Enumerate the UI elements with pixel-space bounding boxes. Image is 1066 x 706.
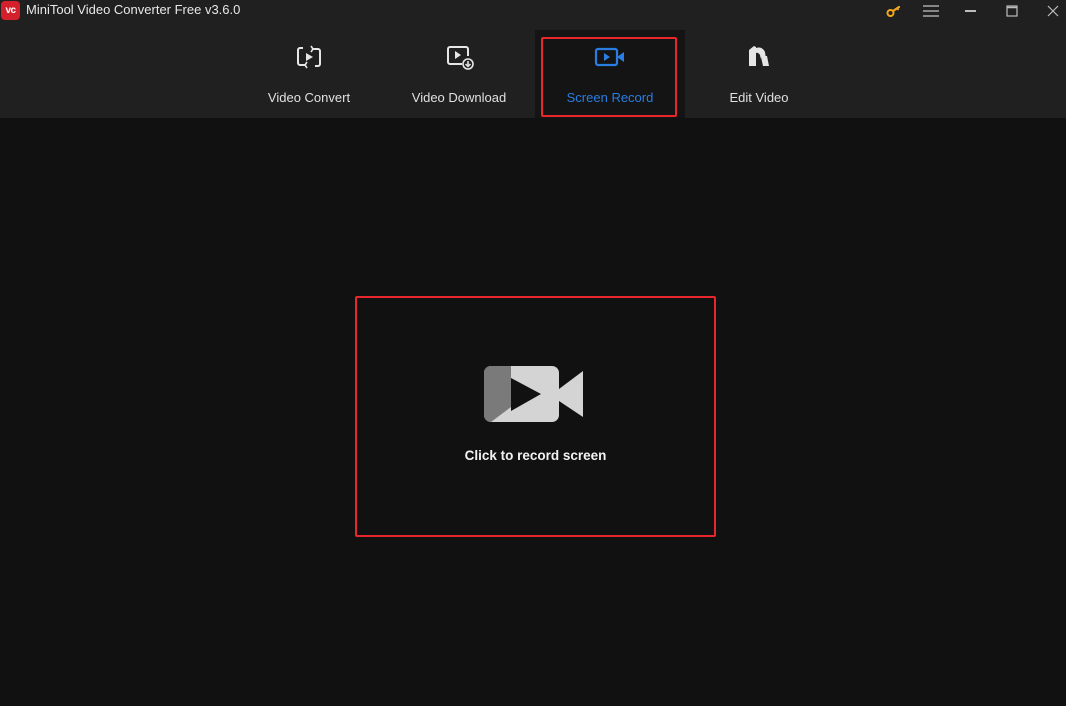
minimize-icon bbox=[965, 10, 976, 12]
close-button[interactable] bbox=[1035, 0, 1066, 22]
camera-play-icon[interactable] bbox=[483, 365, 585, 423]
tab-label: Screen Record bbox=[566, 90, 654, 105]
tab-video-download[interactable]: Video Download bbox=[384, 30, 534, 118]
minimize-button[interactable] bbox=[953, 0, 989, 22]
hamburger-menu-icon bbox=[923, 5, 939, 17]
close-icon bbox=[1047, 5, 1059, 17]
menu-button[interactable] bbox=[913, 0, 949, 22]
tab-edit-video[interactable]: Edit Video bbox=[684, 30, 834, 118]
tab-video-convert[interactable]: Video Convert bbox=[234, 30, 384, 118]
tab-screen-record[interactable]: Screen Record bbox=[535, 30, 685, 118]
maximize-button[interactable] bbox=[994, 0, 1030, 22]
maximize-icon bbox=[1006, 5, 1018, 17]
video-download-icon bbox=[447, 46, 474, 70]
title-bar: vc MiniTool Video Converter Free v3.6.0 bbox=[0, 0, 1066, 30]
video-convert-icon bbox=[297, 45, 321, 69]
key-icon bbox=[886, 5, 901, 17]
record-prompt-label: Click to record screen bbox=[464, 448, 607, 463]
tab-label: Video Convert bbox=[267, 90, 351, 105]
tab-label: Video Download bbox=[411, 90, 507, 105]
screen-record-icon bbox=[594, 47, 624, 67]
edit-video-icon bbox=[749, 46, 769, 66]
upgrade-key-button[interactable] bbox=[876, 0, 912, 22]
app-logo: vc bbox=[1, 1, 20, 20]
app-title: MiniTool Video Converter Free v3.6.0 bbox=[26, 2, 241, 17]
tab-label: Edit Video bbox=[729, 90, 789, 105]
